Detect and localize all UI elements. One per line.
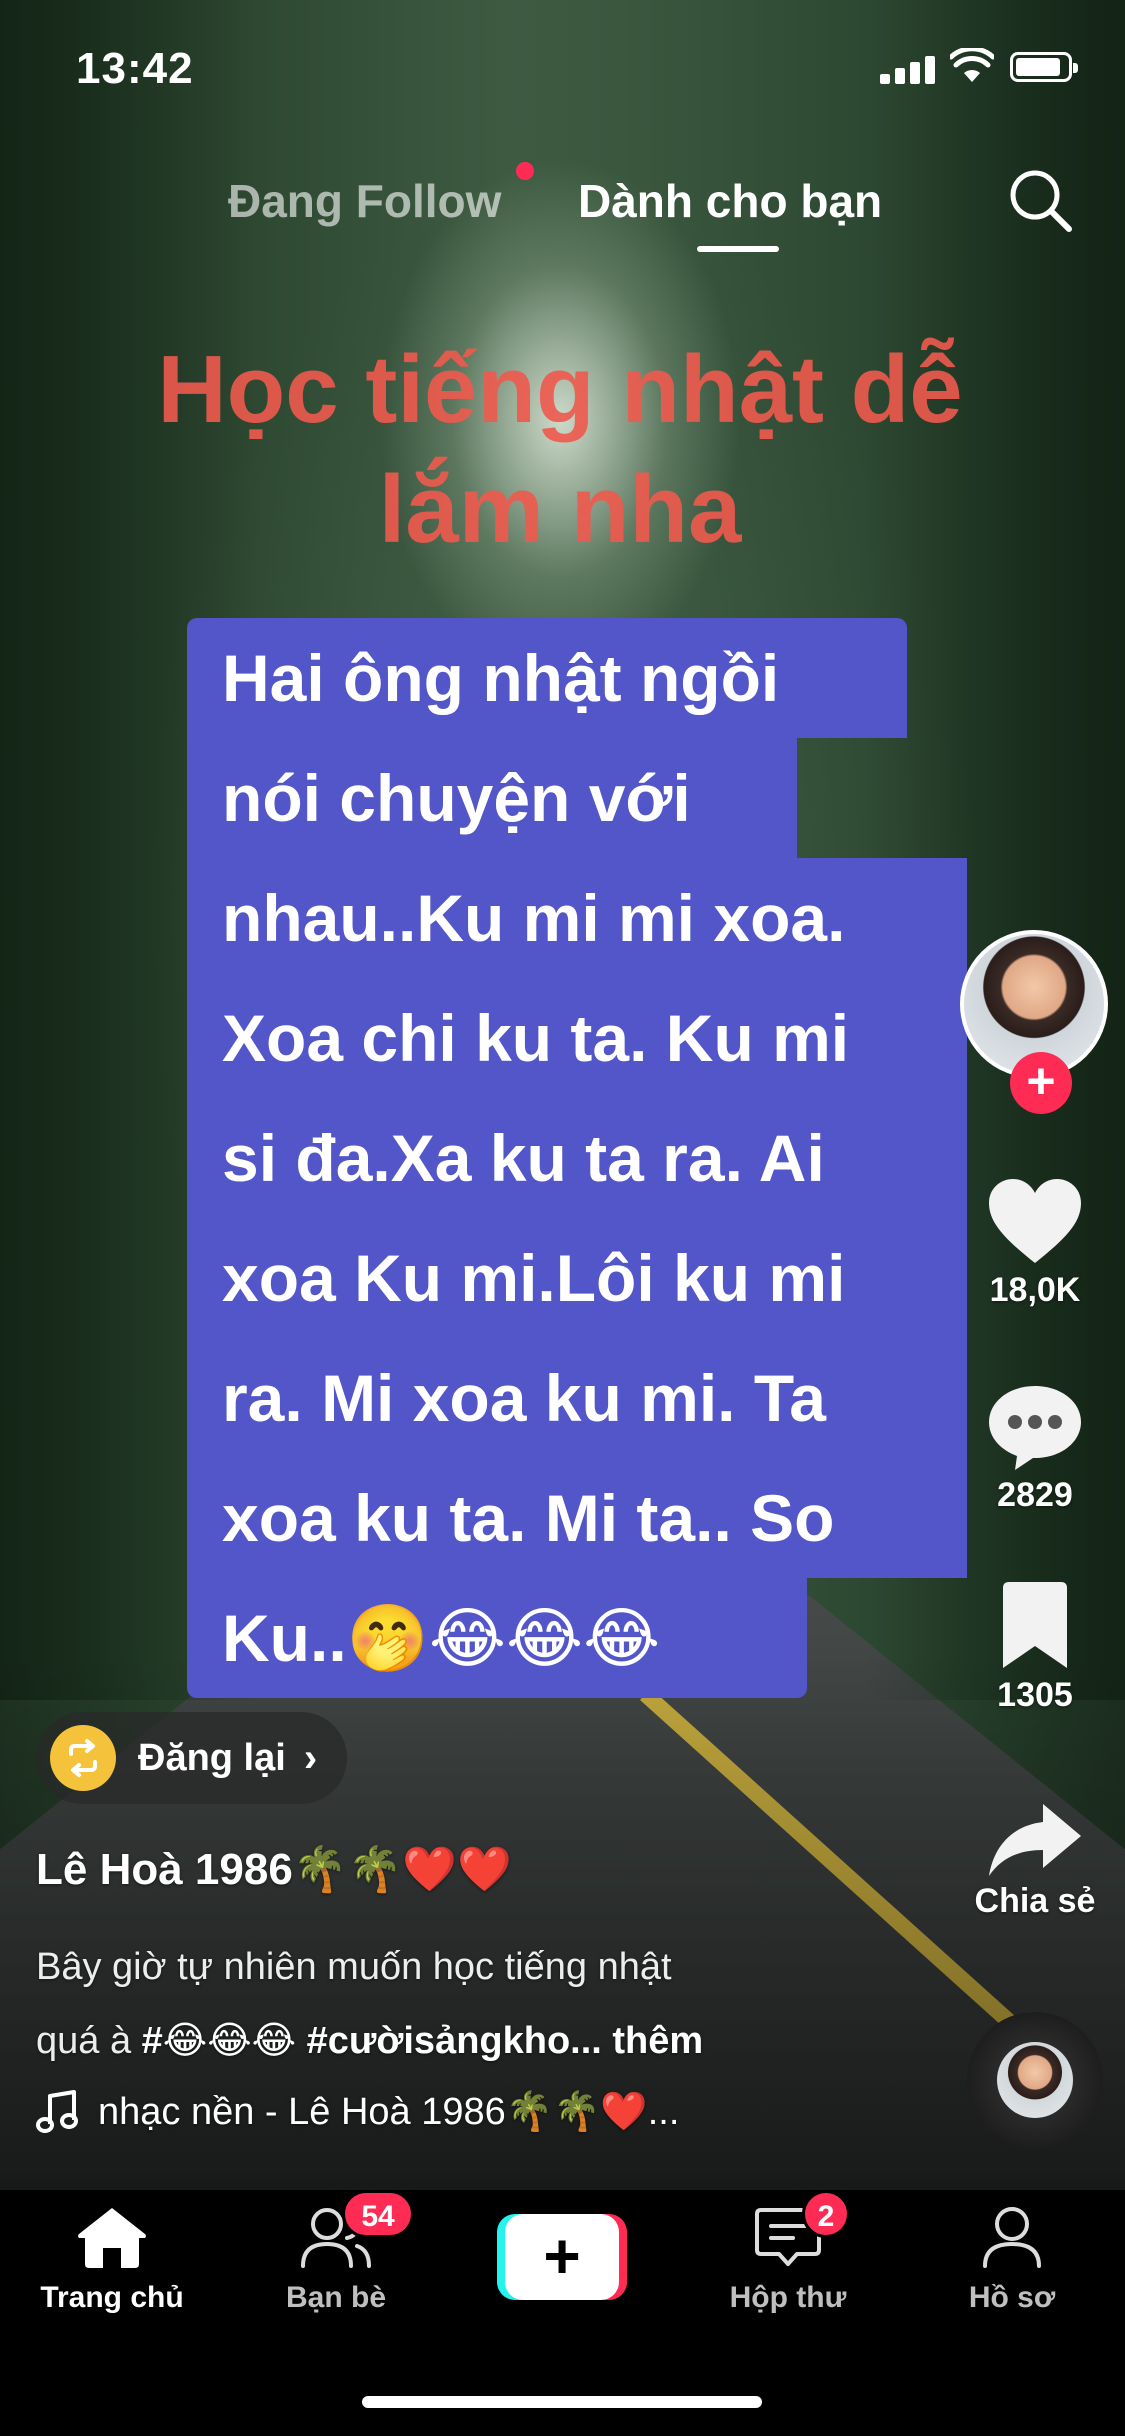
feed-tabs: Đang Follow Dành cho bạn bbox=[0, 170, 1125, 260]
bookmark-icon bbox=[1003, 1582, 1067, 1668]
save-count: 1305 bbox=[997, 1676, 1073, 1714]
video-overlay-title: Học tiếng nhật dễ lắm nha bbox=[80, 330, 1040, 570]
caption-line: Ku..🤭😂😂😂 bbox=[187, 1578, 807, 1698]
caption-line: Hai ông nhật ngồi bbox=[187, 618, 907, 738]
home-indicator bbox=[362, 2396, 762, 2408]
nav-home[interactable]: Trang chủ bbox=[12, 2204, 212, 2315]
nav-friends[interactable]: 54 Bạn bè bbox=[236, 2190, 436, 2315]
music-title: nhạc nền - Lê Hoà 1986🌴🌴❤️... bbox=[98, 2091, 680, 2133]
nav-profile[interactable]: Hồ sơ bbox=[912, 2204, 1112, 2315]
comment-count: 2829 bbox=[997, 1476, 1073, 1514]
repost-chip[interactable]: Đăng lại › bbox=[36, 1712, 348, 1804]
music-disc[interactable] bbox=[967, 2012, 1103, 2148]
battery-icon bbox=[1010, 52, 1078, 82]
status-bar: 13:42 bbox=[0, 0, 1125, 130]
nav-home-label: Trang chủ bbox=[40, 2281, 184, 2314]
friends-badge: 54 bbox=[342, 2190, 414, 2238]
repost-label: Đăng lại bbox=[138, 1736, 286, 1779]
heart-icon bbox=[989, 1179, 1081, 1263]
caption-line: nhau..Ku mi mi xoa. bbox=[187, 858, 967, 978]
like-button[interactable]: 18,0K bbox=[955, 1175, 1115, 1310]
hashtag-link[interactable]: #😂😂😂 bbox=[142, 2020, 296, 2062]
repost-icon bbox=[50, 1725, 116, 1791]
share-icon bbox=[989, 1804, 1081, 1876]
description-text: quá à bbox=[36, 2020, 142, 2062]
search-icon[interactable] bbox=[1005, 165, 1075, 235]
tab-following[interactable]: Đang Follow bbox=[228, 174, 501, 228]
chevron-right-icon: › bbox=[303, 1735, 318, 1780]
tab-for-you[interactable]: Dành cho bạn bbox=[578, 174, 882, 228]
caption-line: ra. Mi xoa ku mi. Ta bbox=[187, 1338, 967, 1458]
cellular-signal-icon bbox=[880, 54, 936, 84]
caption-line: xoa ku ta. Mi ta.. So bbox=[187, 1458, 967, 1578]
creator-avatar[interactable]: + bbox=[960, 930, 1108, 1114]
overlay-title-line: lắm nha bbox=[378, 456, 742, 563]
active-tab-indicator bbox=[697, 246, 779, 252]
music-note-icon bbox=[36, 2090, 78, 2133]
profile-icon bbox=[983, 2207, 1041, 2268]
music-info[interactable]: nhạc nền - Lê Hoà 1986🌴🌴❤️... bbox=[36, 2090, 679, 2134]
nav-friends-label: Bạn bè bbox=[285, 2281, 387, 2314]
wifi-icon bbox=[950, 48, 994, 82]
caption-line: xoa Ku mi.Lôi ku mi bbox=[187, 1218, 967, 1338]
nav-inbox-label: Hộp thư bbox=[729, 2281, 847, 2314]
comment-icon bbox=[989, 1386, 1081, 1470]
comment-button[interactable]: 2829 bbox=[955, 1380, 1115, 1515]
caption-line: nói chuyện với bbox=[187, 738, 797, 858]
description-line: Bây giờ tự nhiên muốn học tiếng nhật bbox=[36, 1946, 672, 1988]
post-description[interactable]: Bây giờ tự nhiên muốn học tiếng nhật quá… bbox=[36, 1930, 826, 2078]
like-count: 18,0K bbox=[989, 1271, 1081, 1309]
hashtag-link[interactable]: #cườisảngkho... bbox=[307, 2020, 602, 2062]
save-button[interactable]: 1305 bbox=[955, 1580, 1115, 1715]
plus-icon: + bbox=[505, 2214, 619, 2300]
status-time: 13:42 bbox=[76, 44, 194, 93]
music-disc-avatar bbox=[997, 2042, 1073, 2118]
nav-profile-label: Hồ sơ bbox=[968, 2281, 1056, 2314]
description-line: quá à #😂😂😂 #cườisảngkho... thêm bbox=[36, 2004, 826, 2078]
share-label: Chia sẻ bbox=[974, 1882, 1096, 1920]
author-name[interactable]: Lê Hoà 1986🌴🌴❤️❤️ bbox=[36, 1843, 512, 1895]
overlay-title-line: Học tiếng nhật dễ bbox=[157, 336, 963, 443]
caption-line: Xoa chi ku ta. Ku mi bbox=[187, 978, 967, 1098]
see-more-link[interactable]: thêm bbox=[612, 2020, 703, 2062]
caption-line: si đa.Xa ku ta ra. Ai bbox=[187, 1098, 967, 1218]
video-caption: Hai ông nhật ngồi nói chuyện với nhau..K… bbox=[187, 618, 967, 1698]
follow-button[interactable]: + bbox=[1010, 1052, 1072, 1114]
inbox-badge: 2 bbox=[802, 2190, 850, 2238]
nav-inbox[interactable]: 2 Hộp thư bbox=[688, 2190, 888, 2315]
home-icon bbox=[78, 2208, 146, 2268]
following-notification-dot bbox=[516, 162, 534, 180]
create-button[interactable]: + bbox=[497, 2214, 627, 2300]
share-button[interactable]: Chia sẻ bbox=[955, 1800, 1115, 1921]
